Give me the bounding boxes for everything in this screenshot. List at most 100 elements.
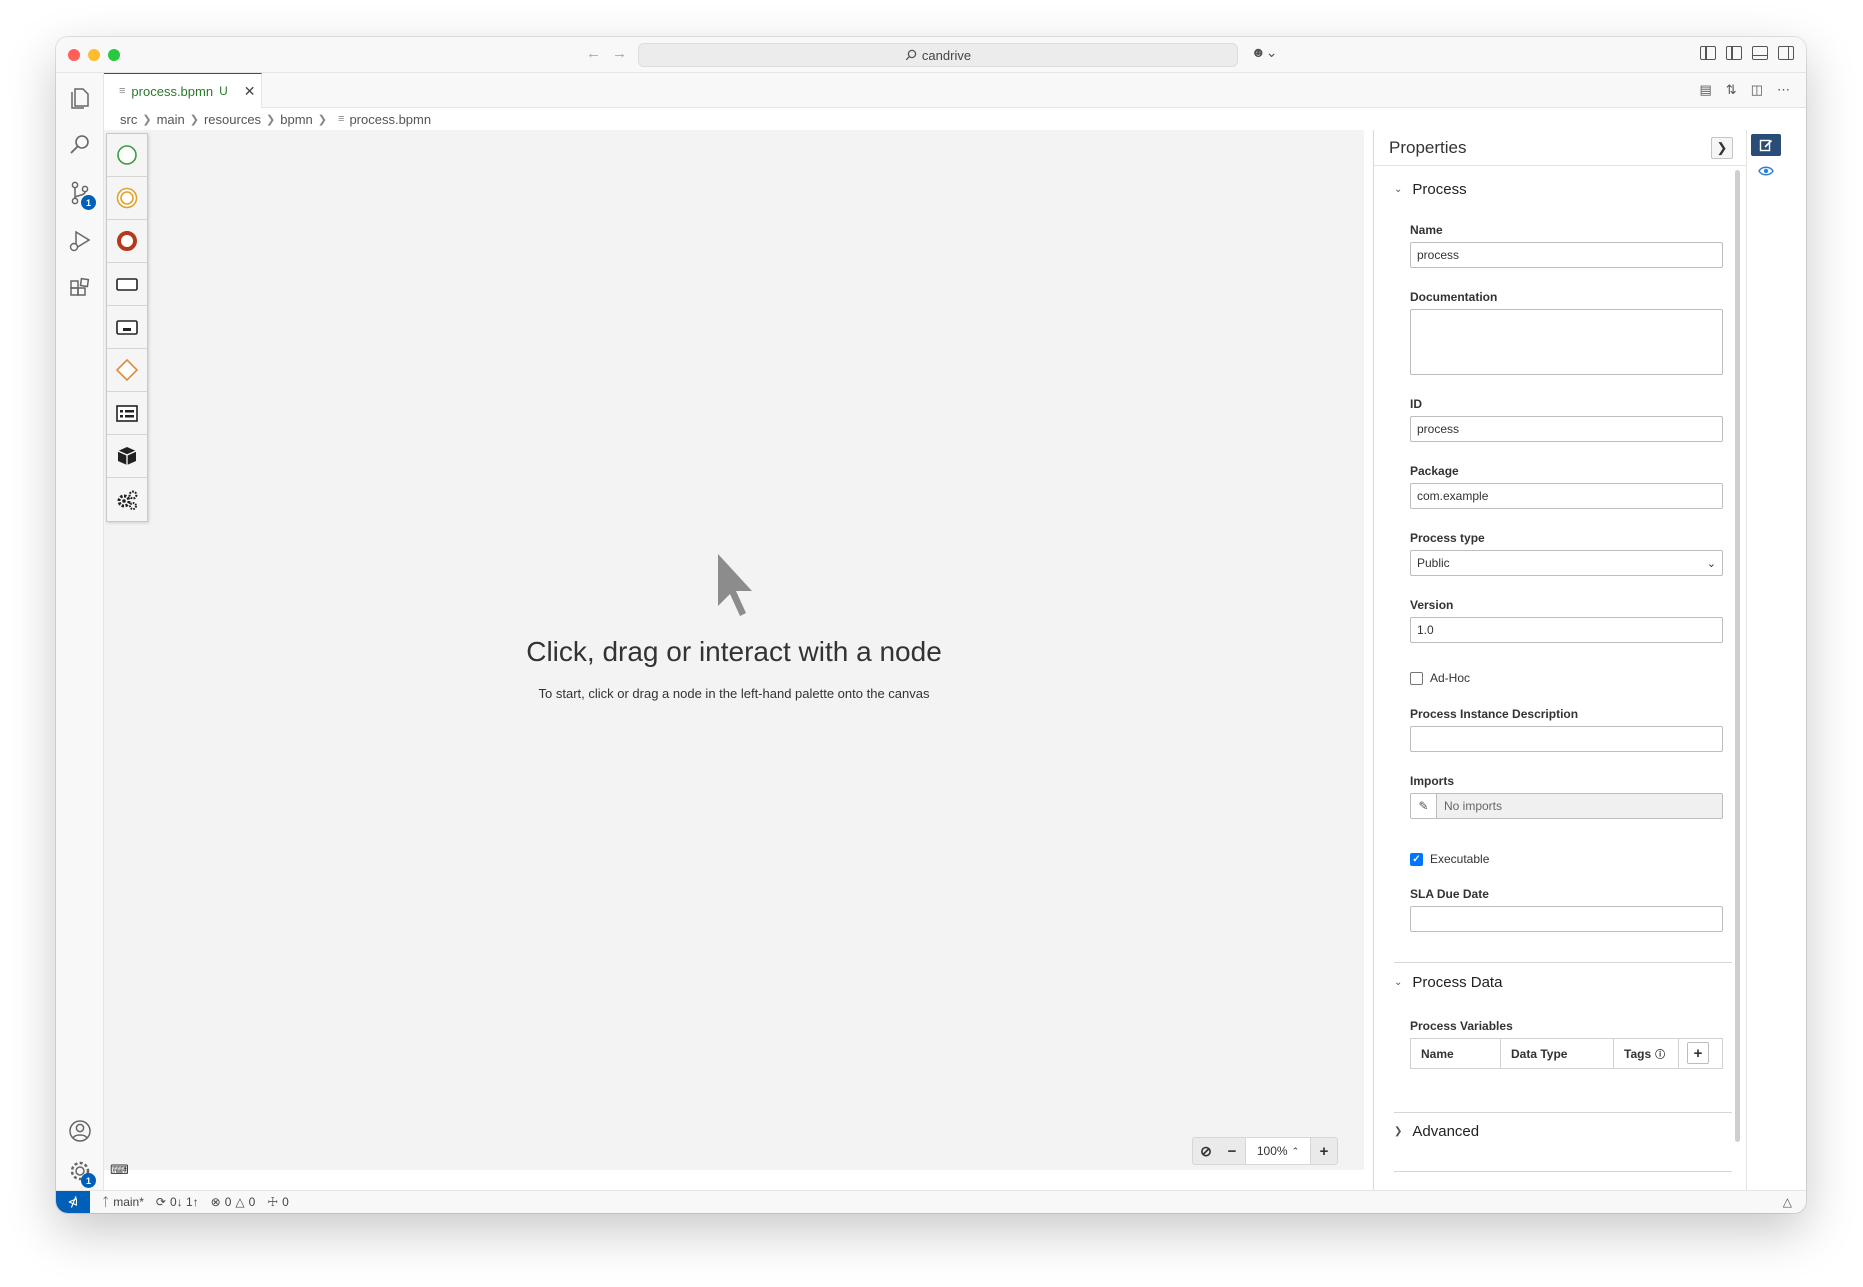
executable-checkbox-row[interactable]: ✓ Executable [1410, 852, 1489, 866]
info-icon[interactable]: ⓘ [1655, 1046, 1665, 1061]
intermediate-event-icon[interactable] [107, 177, 147, 220]
breadcrumb-item[interactable]: main [157, 112, 185, 127]
back-arrow-icon[interactable]: ← [586, 45, 601, 62]
search-icon[interactable] [56, 121, 104, 169]
breadcrumb-item[interactable]: src [120, 112, 137, 127]
chevron-down-icon: ⌄ [1394, 184, 1403, 195]
instance-description-input[interactable] [1410, 726, 1723, 752]
empty-canvas-message: Click, drag or interact with a node To s… [104, 550, 1364, 701]
process-section-header[interactable]: ⌄ Process [1394, 181, 1467, 198]
executable-label: Executable [1430, 852, 1490, 866]
zoom-level-value: 100% [1256, 1144, 1288, 1158]
error-icon: ⊗ [210, 1195, 221, 1209]
preview-eye-icon[interactable] [1751, 160, 1781, 182]
end-event-icon[interactable] [107, 220, 147, 263]
zoom-out-button[interactable]: − [1219, 1138, 1245, 1164]
version-label: Version [1410, 598, 1454, 612]
zoom-window-button[interactable] [108, 49, 120, 61]
minimize-window-button[interactable] [88, 49, 100, 61]
edit-imports-icon[interactable]: ✎ [1411, 794, 1437, 818]
run-debug-icon[interactable] [56, 217, 104, 265]
imports-value: No imports [1444, 799, 1503, 813]
cursor-arrow-icon [718, 554, 752, 616]
process-data-section-header[interactable]: ⌄ Process Data [1394, 974, 1502, 991]
ports-indicator[interactable]: ☩ 0 [267, 1195, 288, 1209]
close-window-button[interactable] [68, 49, 80, 61]
name-label: Name [1410, 223, 1443, 237]
zoom-in-button[interactable]: + [1311, 1138, 1337, 1164]
zoom-level-select[interactable]: 100% ⌃ [1245, 1138, 1311, 1164]
keyboard-shortcuts-icon[interactable]: ⌨ [110, 1162, 129, 1178]
editor-tab-bar: ≡ process.bpmn U ✕ ▤ ⇅ ◫ ⋯ [104, 73, 1806, 108]
tab-process-bpmn[interactable]: ≡ process.bpmn U ✕ [104, 73, 262, 108]
chevron-right-icon: ❯ [1394, 1126, 1403, 1137]
file-icon: ≡ [338, 113, 345, 125]
sync-icon: ⟳ [155, 1195, 166, 1209]
notifications-icon[interactable]: △ [1783, 1195, 1792, 1209]
start-event-icon[interactable] [107, 134, 147, 177]
process-type-label: Process type [1410, 531, 1485, 545]
sla-due-date-label: SLA Due Date [1410, 887, 1489, 901]
toggle-panel-icon[interactable] [1752, 46, 1768, 60]
bpmn-canvas[interactable]: Click, drag or interact with a node To s… [104, 130, 1364, 1170]
documentation-textarea[interactable] [1410, 309, 1723, 375]
lane-icon[interactable] [107, 392, 147, 435]
properties-title: Properties [1389, 137, 1467, 157]
subprocess-icon[interactable] [107, 306, 147, 349]
problems-indicator[interactable]: ⊗ 0 △ 0 [211, 1195, 256, 1209]
executable-checkbox[interactable]: ✓ [1410, 852, 1423, 866]
more-actions-icon[interactable]: ⋯ [1777, 82, 1790, 98]
edit-properties-icon[interactable] [1751, 134, 1781, 156]
activity-bar: 1 1 [56, 73, 104, 1190]
imports-label: Imports [1410, 774, 1455, 788]
tab-modified-marker: U [219, 84, 228, 98]
documentation-label: Documentation [1410, 290, 1498, 304]
data-object-icon[interactable] [107, 435, 147, 478]
package-input[interactable]: com.example [1410, 483, 1723, 509]
open-preview-icon[interactable]: ▤ [1700, 82, 1712, 98]
sla-due-date-input[interactable] [1410, 906, 1723, 932]
section-divider [1394, 1171, 1732, 1172]
breadcrumb-item[interactable]: resources [204, 112, 261, 127]
branch-indicator[interactable]: ᛏ main* [102, 1195, 144, 1209]
collapse-panel-button[interactable]: ❯ [1711, 137, 1733, 159]
id-input[interactable]: process [1410, 416, 1723, 442]
customize-layout-icon[interactable] [1700, 46, 1716, 60]
add-variable-button[interactable]: + [1687, 1042, 1709, 1064]
adhoc-checkbox[interactable] [1410, 671, 1423, 685]
extensions-icon[interactable] [56, 265, 104, 313]
command-center-search[interactable]: candrive [638, 43, 1238, 67]
sync-indicator[interactable]: ⟳ 0↓ 1↑ [156, 1195, 199, 1209]
column-header: Data Type [1501, 1039, 1614, 1068]
toggle-primary-sidebar-icon[interactable] [1726, 46, 1742, 60]
remote-indicator-icon[interactable]: ⋪ [56, 1190, 90, 1213]
advanced-section-header[interactable]: ❯ Advanced [1394, 1123, 1479, 1140]
reset-zoom-icon[interactable]: ⊘ [1193, 1138, 1219, 1164]
properties-scrollbar[interactable] [1735, 170, 1740, 1142]
layout-controls [1700, 46, 1794, 60]
chevron-right-icon: ❯ [142, 113, 152, 126]
section-divider [1394, 1112, 1732, 1113]
name-input[interactable]: process [1410, 242, 1723, 268]
forward-arrow-icon[interactable]: → [612, 45, 627, 62]
compare-changes-icon[interactable]: ⇅ [1726, 82, 1737, 98]
task-icon[interactable] [107, 263, 147, 306]
gateway-icon[interactable] [107, 349, 147, 392]
split-editor-icon[interactable]: ◫ [1751, 82, 1763, 98]
process-type-select[interactable]: Public ⌄ [1410, 550, 1723, 576]
chevron-right-icon: ❯ [189, 113, 199, 126]
broadcast-icon: ☩ [267, 1195, 279, 1209]
breadcrumb-item[interactable]: bpmn [280, 112, 313, 127]
breadcrumb-item[interactable]: process.bpmn [349, 112, 431, 127]
version-input[interactable]: 1.0 [1410, 617, 1723, 643]
settings-gear-icon[interactable]: 1 [56, 1147, 104, 1195]
toggle-secondary-sidebar-icon[interactable] [1778, 46, 1794, 60]
search-icon [905, 49, 917, 61]
adhoc-checkbox-row[interactable]: Ad-Hoc [1410, 671, 1470, 685]
copilot-icon[interactable]: ☻⌄ [1251, 44, 1277, 61]
explorer-icon[interactable] [56, 73, 104, 121]
close-icon[interactable]: ✕ [244, 83, 256, 100]
source-control-icon[interactable]: 1 [56, 169, 104, 217]
process-variables-table: Name Data Type Tags ⓘ + [1410, 1038, 1723, 1069]
settings-gears-icon[interactable] [107, 478, 147, 521]
